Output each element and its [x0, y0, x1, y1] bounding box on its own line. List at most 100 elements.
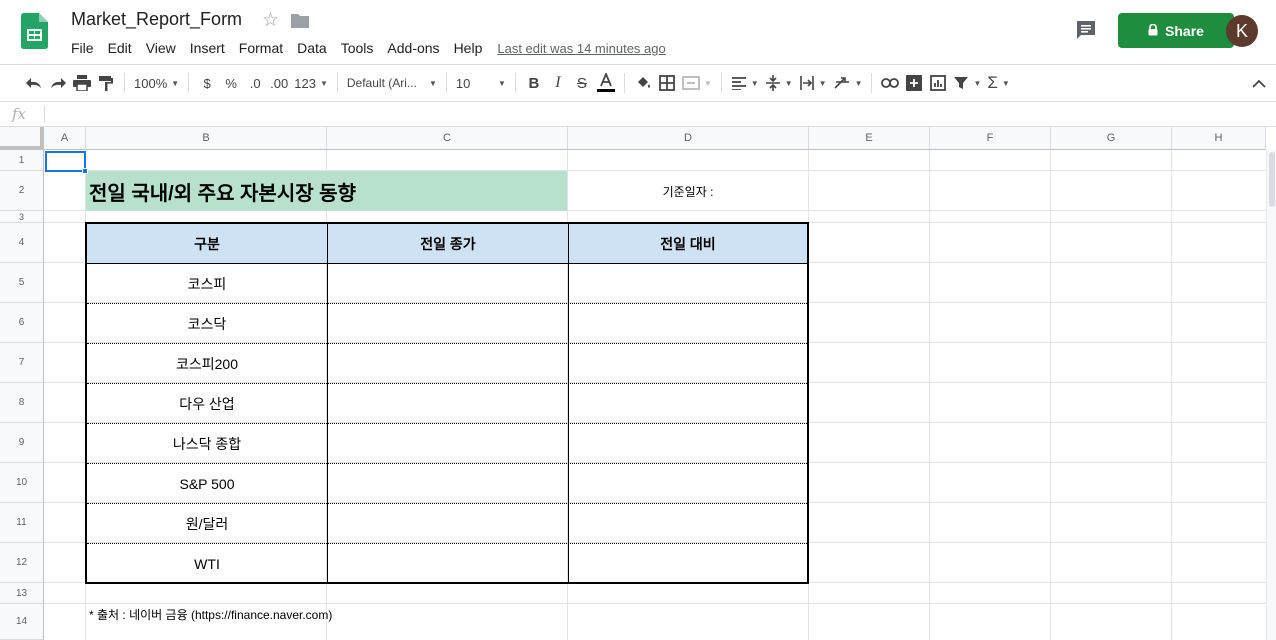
share-button[interactable]: Share — [1118, 13, 1234, 48]
insert-link-icon[interactable] — [878, 69, 902, 97]
row-label[interactable]: S&P 500 — [87, 464, 327, 503]
column-header-b[interactable]: B — [86, 127, 327, 150]
column-header-d[interactable]: D — [568, 127, 809, 150]
row-header-13[interactable]: 13 — [0, 583, 44, 604]
row-label[interactable]: 원/달러 — [87, 504, 327, 543]
row-header-5[interactable]: 5 — [0, 263, 44, 303]
vertical-scrollbar[interactable] — [1266, 150, 1276, 640]
active-cell-a1[interactable] — [45, 151, 86, 172]
header-category[interactable]: 구분 — [87, 224, 327, 263]
column-header-h[interactable]: H — [1172, 127, 1266, 150]
prev-change-cell[interactable] — [569, 544, 807, 584]
row-header-3[interactable]: 3 — [0, 211, 44, 223]
menu-insert[interactable]: Insert — [183, 38, 232, 58]
prev-change-cell[interactable] — [569, 424, 807, 463]
source-note-cell[interactable]: * 출처 : 네이버 금융 (https://finance.naver.com… — [89, 606, 332, 623]
italic-icon[interactable]: I — [546, 69, 570, 97]
row-label[interactable]: 코스닥 — [87, 304, 327, 343]
merge-cells-icon[interactable]: ▼ — [679, 69, 715, 97]
prev-close-cell[interactable] — [328, 424, 568, 463]
menu-data[interactable]: Data — [290, 38, 334, 58]
row-header-12[interactable]: 12 — [0, 543, 44, 583]
column-header-e[interactable]: E — [809, 127, 930, 150]
prev-close-cell[interactable] — [328, 344, 568, 383]
insert-comment-icon[interactable] — [902, 69, 926, 97]
borders-icon[interactable] — [655, 69, 679, 97]
menu-file[interactable]: File — [64, 38, 101, 58]
chevron-up-icon[interactable] — [1252, 75, 1266, 93]
currency-format-button[interactable]: $ — [195, 69, 219, 97]
prev-change-cell[interactable] — [569, 464, 807, 503]
row-header-6[interactable]: 6 — [0, 303, 44, 343]
redo-icon[interactable] — [46, 69, 70, 97]
font-size-select[interactable]: 10 ▼ — [453, 69, 509, 97]
row-label[interactable]: 코스피200 — [87, 344, 327, 383]
bold-icon[interactable]: B — [522, 69, 546, 97]
prev-close-cell[interactable] — [328, 384, 568, 423]
decrease-decimal-button[interactable]: .0 — [243, 69, 267, 97]
prev-change-cell[interactable] — [569, 304, 807, 343]
font-family-select[interactable]: Default (Ari... ▼ — [344, 69, 440, 97]
prev-change-cell[interactable] — [569, 344, 807, 383]
row-header-9[interactable]: 9 — [0, 423, 44, 463]
star-icon[interactable]: ☆ — [262, 9, 279, 32]
menu-format[interactable]: Format — [232, 38, 290, 58]
row-header-7[interactable]: 7 — [0, 343, 44, 383]
vertical-align-icon[interactable]: ▼ — [762, 69, 796, 97]
prev-close-cell[interactable] — [328, 464, 568, 503]
formula-input[interactable] — [52, 106, 1252, 123]
column-header-a[interactable]: A — [44, 127, 86, 150]
prev-change-cell[interactable] — [569, 384, 807, 423]
document-title[interactable]: Market_Report_Form — [71, 9, 242, 30]
print-icon[interactable] — [70, 69, 94, 97]
paint-format-icon[interactable] — [94, 69, 118, 97]
column-header-c[interactable]: C — [327, 127, 568, 150]
reference-date-cell[interactable]: 기준일자 : — [568, 171, 808, 211]
functions-icon[interactable]: Σ ▼ — [984, 69, 1012, 97]
insert-chart-icon[interactable] — [926, 69, 950, 97]
header-prev-change[interactable]: 전일 대비 — [569, 224, 807, 263]
more-formats-select[interactable]: 123 ▼ — [291, 69, 331, 97]
folder-icon[interactable] — [291, 13, 309, 33]
row-header-10[interactable]: 10 — [0, 463, 44, 503]
menu-tools[interactable]: Tools — [334, 38, 381, 58]
column-header-g[interactable]: G — [1051, 127, 1172, 150]
row-header-1[interactable]: 1 — [0, 150, 44, 171]
increase-decimal-button[interactable]: .00 — [267, 69, 291, 97]
report-title-cell[interactable]: 전일 국내/외 주요 자본시장 동향 — [86, 171, 567, 211]
text-color-icon[interactable] — [594, 69, 618, 97]
zoom-select[interactable]: 100% ▼ — [131, 69, 182, 97]
strikethrough-icon[interactable]: S — [570, 69, 594, 97]
row-header-14[interactable]: 14 — [0, 604, 44, 640]
filter-icon[interactable]: ▼ — [950, 69, 984, 97]
text-rotation-icon[interactable]: ▼ — [830, 69, 866, 97]
account-avatar[interactable]: K — [1226, 15, 1258, 47]
menu-help[interactable]: Help — [447, 38, 490, 58]
percent-format-button[interactable]: % — [219, 69, 243, 97]
fill-handle[interactable] — [82, 168, 88, 174]
undo-icon[interactable] — [22, 69, 46, 97]
scrollbar-thumb[interactable] — [1269, 152, 1275, 207]
row-label[interactable]: 다우 산업 — [87, 384, 327, 423]
comment-history-icon[interactable] — [1075, 19, 1097, 46]
prev-close-cell[interactable] — [328, 264, 568, 303]
prev-close-cell[interactable] — [328, 504, 568, 543]
row-label[interactable]: 나스닥 종합 — [87, 424, 327, 463]
row-header-4[interactable]: 4 — [0, 223, 44, 263]
column-header-f[interactable]: F — [930, 127, 1051, 150]
row-header-8[interactable]: 8 — [0, 383, 44, 423]
last-edit-link[interactable]: Last edit was 14 minutes ago — [497, 38, 665, 58]
prev-change-cell[interactable] — [569, 264, 807, 303]
row-header-11[interactable]: 11 — [0, 503, 44, 543]
menu-edit[interactable]: Edit — [101, 38, 139, 58]
sheets-logo-icon[interactable] — [21, 13, 48, 49]
horizontal-align-icon[interactable]: ▼ — [728, 69, 762, 97]
prev-change-cell[interactable] — [569, 504, 807, 543]
menu-addons[interactable]: Add-ons — [380, 38, 446, 58]
row-label[interactable]: 코스피 — [87, 264, 327, 303]
text-wrapping-icon[interactable]: ▼ — [796, 69, 830, 97]
prev-close-cell[interactable] — [328, 544, 568, 584]
row-label[interactable]: WTI — [87, 544, 327, 584]
row-header-2[interactable]: 2 — [0, 171, 44, 211]
prev-close-cell[interactable] — [328, 304, 568, 343]
